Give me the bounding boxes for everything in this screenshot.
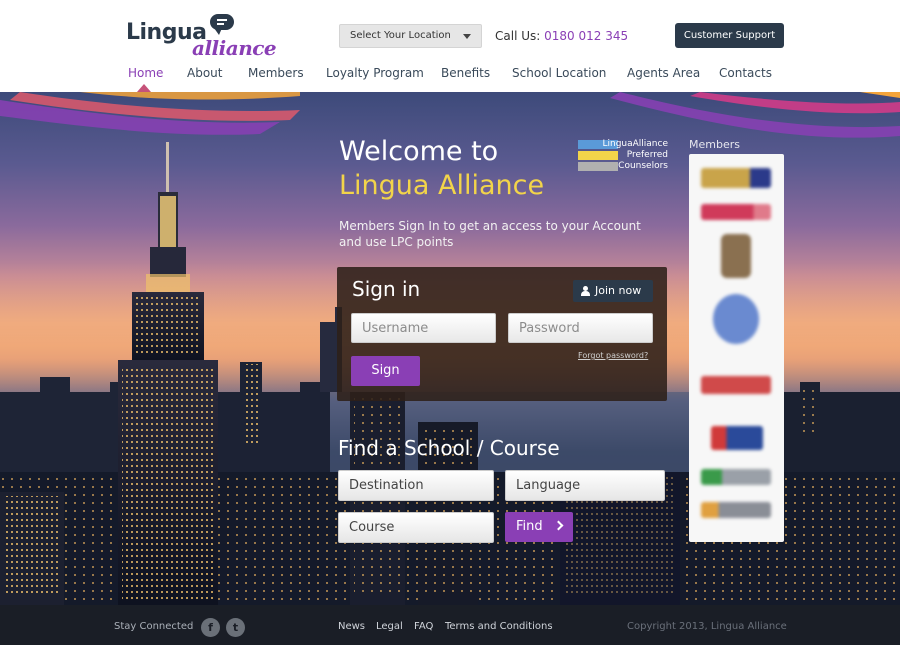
find-button[interactable]: Find xyxy=(505,512,573,542)
footer-link-faq[interactable]: FAQ xyxy=(414,621,433,632)
join-now-button[interactable]: Join now xyxy=(573,280,653,302)
copyright-text: Copyright 2013, Lingua Alliance xyxy=(627,621,787,632)
main-nav: Home About Members Loyalty Program Benef… xyxy=(0,66,900,86)
caret-down-icon xyxy=(463,34,471,39)
sign-in-panel: Sign in Join now Forgot password? Sign xyxy=(337,267,667,401)
badge-stripe-yellow xyxy=(578,151,618,160)
welcome-heading-line2: Lingua Alliance xyxy=(339,170,545,201)
forgot-password-link[interactable]: Forgot password? xyxy=(578,351,648,360)
footer-link-news[interactable]: News xyxy=(338,621,365,632)
join-now-label: Join now xyxy=(595,284,642,297)
speech-bubble-icon xyxy=(210,14,234,35)
location-select-value: Select Your Location xyxy=(350,30,451,41)
preferred-counselors-badge[interactable]: LinguaAlliance Preferred Counselors xyxy=(578,139,670,173)
member-logo[interactable] xyxy=(701,502,771,518)
member-logo[interactable] xyxy=(711,426,763,450)
lingua-alliance-logo[interactable]: Lingua alliance xyxy=(126,14,277,60)
course-select[interactable]: Course xyxy=(338,512,494,543)
nav-item-benefits[interactable]: Benefits xyxy=(441,66,490,80)
hero-banner: Welcome to Lingua Alliance Members Sign … xyxy=(0,92,900,605)
site-header: Lingua alliance Select Your Location Cal… xyxy=(0,0,900,92)
member-logo[interactable] xyxy=(701,204,771,220)
location-select[interactable]: Select Your Location xyxy=(339,24,482,48)
member-logo[interactable] xyxy=(701,469,771,485)
phone-number[interactable]: 0180 012 345 xyxy=(544,29,628,43)
nav-item-about[interactable]: About xyxy=(187,66,222,80)
sign-button[interactable]: Sign xyxy=(351,356,420,386)
facebook-icon[interactable]: f xyxy=(201,618,220,637)
badge-line2: Preferred xyxy=(626,150,668,160)
nav-item-school-location[interactable]: School Location xyxy=(512,66,606,80)
password-input[interactable] xyxy=(508,313,653,343)
member-logo[interactable] xyxy=(721,234,751,278)
chevron-right-icon xyxy=(553,520,564,531)
language-select[interactable]: Language xyxy=(505,470,665,501)
site-footer: Stay Connected f t News Legal FAQ Terms … xyxy=(0,605,900,645)
stay-connected-label: Stay Connected xyxy=(114,621,194,632)
member-logo[interactable] xyxy=(701,168,771,188)
sign-in-title: Sign in xyxy=(352,277,421,301)
customer-support-button[interactable]: Customer Support xyxy=(675,23,784,48)
twitter-icon[interactable]: t xyxy=(226,618,245,637)
members-label: Members xyxy=(689,138,740,151)
find-button-label: Find xyxy=(516,519,543,534)
member-logo[interactable] xyxy=(713,294,759,344)
sign-in-intro-text: Members Sign In to get an access to your… xyxy=(339,219,641,249)
nav-item-members[interactable]: Members xyxy=(248,66,304,80)
call-us-label: Call Us: xyxy=(495,29,541,43)
footer-link-legal[interactable]: Legal xyxy=(376,621,403,632)
member-logo[interactable] xyxy=(701,376,771,394)
badge-line1: LinguaAlliance xyxy=(602,139,668,149)
destination-select[interactable]: Destination xyxy=(338,470,494,501)
footer-link-terms[interactable]: Terms and Conditions xyxy=(445,621,553,632)
members-logo-panel xyxy=(689,154,784,542)
nav-item-contacts[interactable]: Contacts xyxy=(719,66,772,80)
user-icon xyxy=(581,286,590,296)
nav-item-agents-area[interactable]: Agents Area xyxy=(627,66,700,80)
nav-item-home[interactable]: Home xyxy=(128,66,163,80)
active-nav-pointer xyxy=(137,84,151,92)
call-us: Call Us: 0180 012 345 xyxy=(495,29,628,43)
nav-item-loyalty-program[interactable]: Loyalty Program xyxy=(326,66,424,80)
badge-stripe-grey xyxy=(578,162,618,171)
find-school-title: Find a School / Course xyxy=(338,436,560,460)
welcome-heading-line1: Welcome to xyxy=(339,136,499,167)
badge-line3: Counselors xyxy=(618,161,668,171)
logo-word-alliance: alliance xyxy=(192,36,277,60)
username-input[interactable] xyxy=(351,313,496,343)
